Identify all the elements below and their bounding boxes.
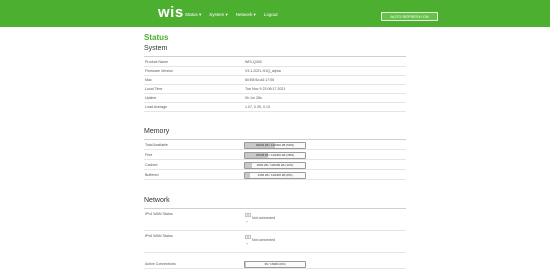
row-label: Local Time <box>145 87 163 91</box>
row-label: Buffered <box>145 173 159 177</box>
memory-progress-bar: 3560 kB / 126300 kB (12%) <box>244 161 306 169</box>
row-label: Load Average <box>145 105 168 109</box>
top-navigation-bar: wis Status ▾ System ▾ Network ▾ Logout A… <box>0 0 550 27</box>
progress-text: 3560 kB / 126300 kB (12%) <box>256 163 294 167</box>
table-row-cached: Cached 3560 kB / 126300 kB (12%) <box>144 160 406 170</box>
ethernet-port-icon <box>245 234 251 240</box>
row-label: IPv4 WAN Status <box>145 212 173 216</box>
row-value: WIS-Q400 <box>245 60 262 64</box>
menu-status[interactable]: Status ▾ <box>185 12 201 18</box>
row-value: 60:E8:5c:a3:17:06 <box>245 78 275 82</box>
row-label: Mac <box>145 78 152 82</box>
row-label: Firmware Version <box>145 69 173 73</box>
page-title: Status <box>144 33 169 42</box>
progress-text: 93692 kB / 126300 kB (50%) <box>255 143 295 147</box>
table-row-ipv6-wan: IPv6 WAN Status ? Not connected <box>144 231 406 253</box>
brand-logo[interactable]: wis <box>158 4 184 21</box>
memory-section-title: Memory <box>144 128 170 135</box>
ethernet-port-icon <box>245 212 251 218</box>
memory-progress-bar: 91548 kB / 126300 kB (38%) <box>244 151 306 159</box>
table-row-buffered: Buffered 1356 kB / 126300 kB (8%) <box>144 170 406 180</box>
status-hint: ? <box>246 242 248 246</box>
progress-text: 36 / 16384 (0%) <box>264 262 286 266</box>
table-row-ipv4-wan: IPv4 WAN Status ? Not connected <box>144 209 406 231</box>
menu-logout[interactable]: Logout <box>264 12 278 18</box>
row-label: Product Name <box>145 60 168 64</box>
system-section-title: System <box>144 45 168 52</box>
row-label: Free <box>145 153 153 157</box>
connections-progress-bar: 36 / 16384 (0%) <box>244 260 306 268</box>
table-row-active-connections: Active Connections 36 / 16384 (0%) <box>144 259 406 269</box>
table-row-free: Free 91548 kB / 126300 kB (38%) <box>144 150 406 160</box>
row-value: Tue Nov 9 22:06:17 2021 <box>245 87 286 91</box>
table-row-total-available: Total Available 93692 kB / 126300 kB (50… <box>144 140 406 150</box>
status-hint: ? <box>246 220 248 224</box>
row-value: 1.07, 0.39, 0.13 <box>245 105 270 109</box>
menu-network[interactable]: Network ▾ <box>236 12 256 18</box>
row-label: Active Connections <box>145 262 176 266</box>
network-section-title: Network <box>144 197 170 204</box>
auto-refresh-toggle[interactable]: AUTO REFRESH ON <box>381 12 438 21</box>
main-menu: Status ▾ System ▾ Network ▾ Logout <box>185 12 278 18</box>
row-value: V3.1.2021-H1Q_alpha <box>245 69 281 73</box>
row-label: Cached <box>145 163 158 167</box>
memory-progress-bar: 93692 kB / 126300 kB (50%) <box>244 141 306 149</box>
table-row-load-average: Load Average 1.07, 0.39, 0.13 <box>144 102 406 112</box>
row-label: Uptime <box>145 96 157 100</box>
progress-text: 91548 kB / 126300 kB (38%) <box>255 153 295 157</box>
row-label: Total Available <box>145 143 168 147</box>
menu-system[interactable]: System ▾ <box>209 12 228 18</box>
wan-status-text: Not connected <box>252 216 276 220</box>
memory-progress-bar: 1356 kB / 126300 kB (8%) <box>244 171 306 179</box>
row-label: IPv6 WAN Status <box>145 234 173 238</box>
wan-status-text: Not connected <box>252 238 276 242</box>
row-value: 0h 1m 28s <box>245 96 262 100</box>
progress-text: 1356 kB / 126300 kB (8%) <box>257 173 293 177</box>
